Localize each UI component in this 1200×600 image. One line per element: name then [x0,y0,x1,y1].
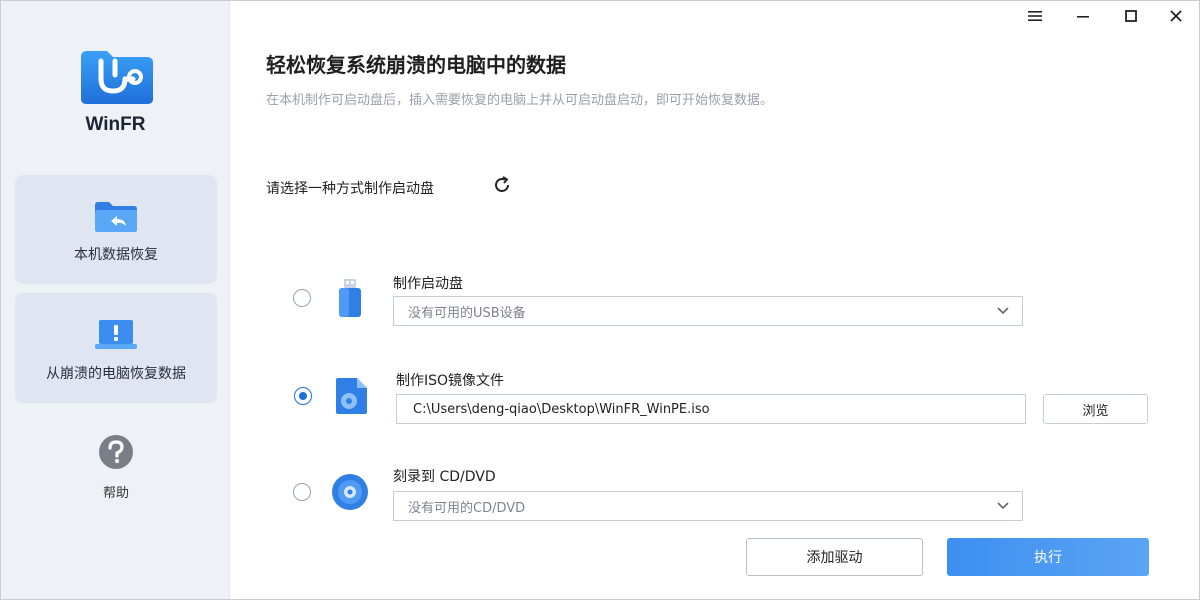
folder-back-icon [95,202,137,232]
help-label: 帮助 [102,486,129,501]
disc-icon [332,474,368,510]
iso-path-value: C:\Users\deng-qiao\Desktop\WinFR_WinPE.i… [413,401,710,417]
sidebar: WinFR 本机数据恢复 从崩溃的电脑恢复数据 帮助 [1,1,230,599]
minimize-icon [1077,16,1089,18]
dropdown-value: 没有可用的CD/DVD [408,500,526,516]
radio-cd-dvd[interactable] [293,483,311,501]
cd-dvd-dropdown[interactable]: 没有可用的CD/DVD [393,491,1023,521]
sidebar-item-label: 本机数据恢复 [74,247,158,263]
radio-usb-boot[interactable] [293,289,311,307]
close-button[interactable] [1163,5,1189,27]
maximize-button[interactable] [1118,5,1144,27]
chevron-down-icon [997,502,1009,510]
sidebar-item-crashed-recovery[interactable]: 从崩溃的电脑恢复数据 [15,293,217,403]
page-title: 轻松恢复系统崩溃的电脑中的数据 [266,53,566,77]
iso-file-icon [336,378,367,414]
option-label: 刻录到 CD/DVD [393,469,496,485]
minimize-button[interactable] [1070,5,1096,27]
sidebar-item-label: 从崩溃的电脑恢复数据 [46,366,186,382]
app-name: WinFR [85,114,146,135]
usb-device-dropdown[interactable]: 没有可用的USB设备 [393,296,1023,326]
dropdown-value: 没有可用的USB设备 [408,305,526,321]
chevron-down-icon [997,307,1009,315]
option-label: 制作ISO镜像文件 [396,373,505,389]
help-button[interactable]: 帮助 [15,431,217,511]
app-window: WinFR 本机数据恢复 从崩溃的电脑恢复数据 帮助 轻松恢复系统崩溃的电脑中的… [0,0,1200,600]
iso-path-input[interactable]: C:\Users\deng-qiao\Desktop\WinFR_WinPE.i… [396,394,1026,424]
menu-button[interactable] [1022,5,1048,27]
browse-button[interactable]: 浏览 [1043,394,1148,424]
page-subtitle: 在本机制作可启动盘后，插入需要恢复的电脑上并从可启动盘启动，即可开始恢复数据。 [266,93,774,108]
laptop-alert-icon [95,320,137,349]
add-driver-button[interactable]: 添加驱动 [746,538,923,576]
execute-button[interactable]: 执行 [947,538,1149,576]
option-label: 制作启动盘 [393,276,463,292]
help-icon [99,435,133,469]
maximize-icon [1125,10,1137,22]
sidebar-item-local-recovery[interactable]: 本机数据恢复 [15,175,217,284]
radio-iso-file[interactable] [294,387,312,405]
select-method-prompt: 请选择一种方式制作启动盘 [266,181,434,197]
usb-drive-icon [339,279,361,317]
refresh-icon[interactable] [491,174,513,196]
winfr-logo-icon [81,51,153,104]
hamburger-icon [1028,11,1042,21]
close-icon [1170,10,1182,22]
